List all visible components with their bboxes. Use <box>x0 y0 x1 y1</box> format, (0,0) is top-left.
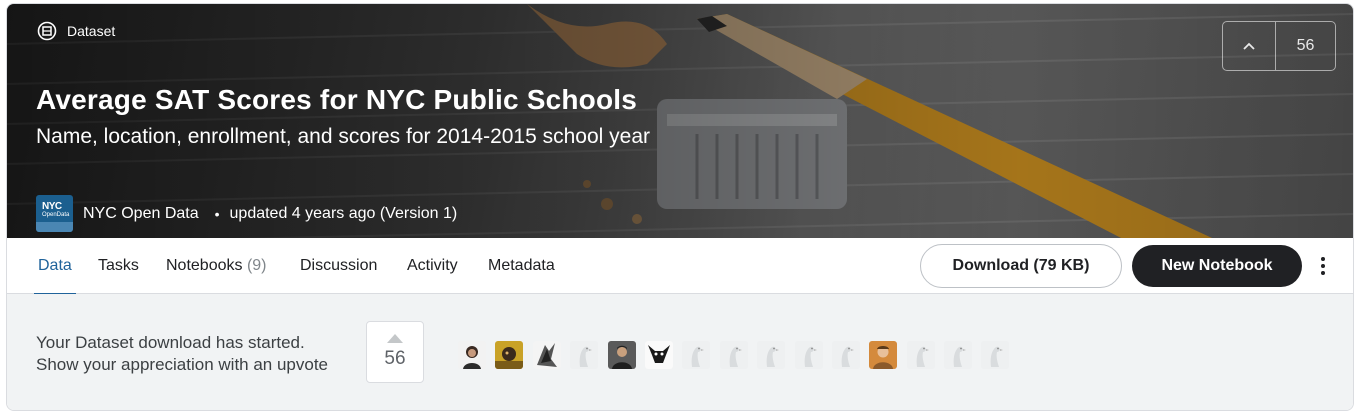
avatar-image <box>570 341 599 369</box>
avatar-image <box>794 341 823 369</box>
voter-avatar[interactable] <box>981 341 1010 369</box>
download-button[interactable]: Download (79 KB) <box>920 244 1122 288</box>
upvote-card-button[interactable]: 56 <box>366 321 424 383</box>
tab-bar: Data Tasks Notebooks (9) Discussion Acti… <box>7 238 1353 295</box>
hero-banner: Dataset Average SAT Scores for NYC Publi… <box>7 4 1353 238</box>
voter-avatar[interactable] <box>794 341 823 369</box>
dataset-tag: Dataset <box>37 21 115 41</box>
tab-notebooks[interactable]: Notebooks (9) <box>166 238 267 294</box>
new-notebook-button[interactable]: New Notebook <box>1132 245 1302 287</box>
avatar-image <box>495 341 524 369</box>
tab-activity[interactable]: Activity <box>407 238 458 294</box>
tab-metadata[interactable]: Metadata <box>488 238 555 294</box>
dataset-tag-label: Dataset <box>67 23 116 39</box>
page-subtitle: Name, location, enrollment, and scores f… <box>36 125 651 148</box>
voter-avatar[interactable] <box>495 341 524 369</box>
tab-discussion[interactable]: Discussion <box>300 238 377 294</box>
voter-avatar[interactable] <box>831 341 860 369</box>
voter-avatar[interactable] <box>532 341 561 369</box>
dataset-icon <box>37 21 57 41</box>
voter-avatar[interactable] <box>682 341 711 369</box>
owner-logo-skyline <box>36 222 73 232</box>
dataset-card: Dataset Average SAT Scores for NYC Publi… <box>6 3 1354 411</box>
separator-dot: • <box>214 205 220 222</box>
download-notice: Your Dataset download has started. Show … <box>7 294 1353 410</box>
tab-label: Metadata <box>488 257 555 274</box>
avatar-image <box>682 341 711 369</box>
tab-count: (9) <box>246 257 267 274</box>
chevron-up-icon <box>1243 42 1255 50</box>
dot <box>1321 271 1325 275</box>
upvote-widget[interactable]: 56 <box>1222 21 1336 71</box>
tab-tasks[interactable]: Tasks <box>98 238 139 294</box>
dot <box>1321 264 1325 268</box>
voter-avatar[interactable] <box>757 341 786 369</box>
avatar-image <box>831 341 860 369</box>
voter-avatar[interactable] <box>944 341 973 369</box>
owner-row: NYC OpenData NYC Open Data • updated 4 y… <box>36 195 457 232</box>
tab-label: Tasks <box>98 257 139 274</box>
tab-data[interactable]: Data <box>34 238 76 295</box>
avatar-image <box>981 341 1010 369</box>
triangle-up-icon <box>387 334 403 343</box>
tab-label: Notebooks <box>166 257 243 274</box>
avatar-image <box>644 341 673 369</box>
voter-avatar[interactable] <box>719 341 748 369</box>
voter-avatar[interactable] <box>458 341 486 369</box>
voter-avatar[interactable] <box>906 341 935 369</box>
tab-label: Activity <box>407 257 458 274</box>
owner-logo-text: NYC <box>42 201 62 212</box>
updated-text: updated 4 years ago (Version 1) <box>229 204 458 222</box>
notice-line-1: Your Dataset download has started. <box>36 333 305 352</box>
voter-avatar[interactable] <box>570 341 599 369</box>
tab-label: Discussion <box>300 257 378 274</box>
voter-avatar[interactable] <box>869 341 898 369</box>
page-title: Average SAT Scores for NYC Public School… <box>36 84 638 115</box>
avatar-image <box>869 341 898 369</box>
more-vert-icon[interactable] <box>1312 248 1334 284</box>
avatar-image <box>719 341 748 369</box>
upvote-card-count: 56 <box>384 348 406 369</box>
voter-avatar[interactable] <box>644 341 673 369</box>
avatar-image <box>944 341 973 369</box>
avatar-image <box>607 341 636 369</box>
owner-logo-subtext: OpenData <box>42 212 70 218</box>
voter-avatar[interactable] <box>607 341 636 369</box>
notice-line-2: Show your appreciation with an upvote <box>36 355 329 374</box>
owner-link[interactable]: NYC Open Data <box>83 205 199 223</box>
tab-label: Data <box>38 257 72 274</box>
avatar-image <box>458 341 486 369</box>
upvote-button[interactable] <box>1223 22 1276 70</box>
dot <box>1321 257 1325 261</box>
avatar-image <box>532 341 561 369</box>
owner-avatar[interactable]: NYC OpenData <box>36 195 73 232</box>
voter-avatars <box>458 341 1010 369</box>
avatar-image <box>757 341 786 369</box>
notice-text: Your Dataset download has started. Show … <box>36 332 328 376</box>
avatar-image <box>906 341 935 369</box>
upvote-count: 56 <box>1296 37 1315 54</box>
